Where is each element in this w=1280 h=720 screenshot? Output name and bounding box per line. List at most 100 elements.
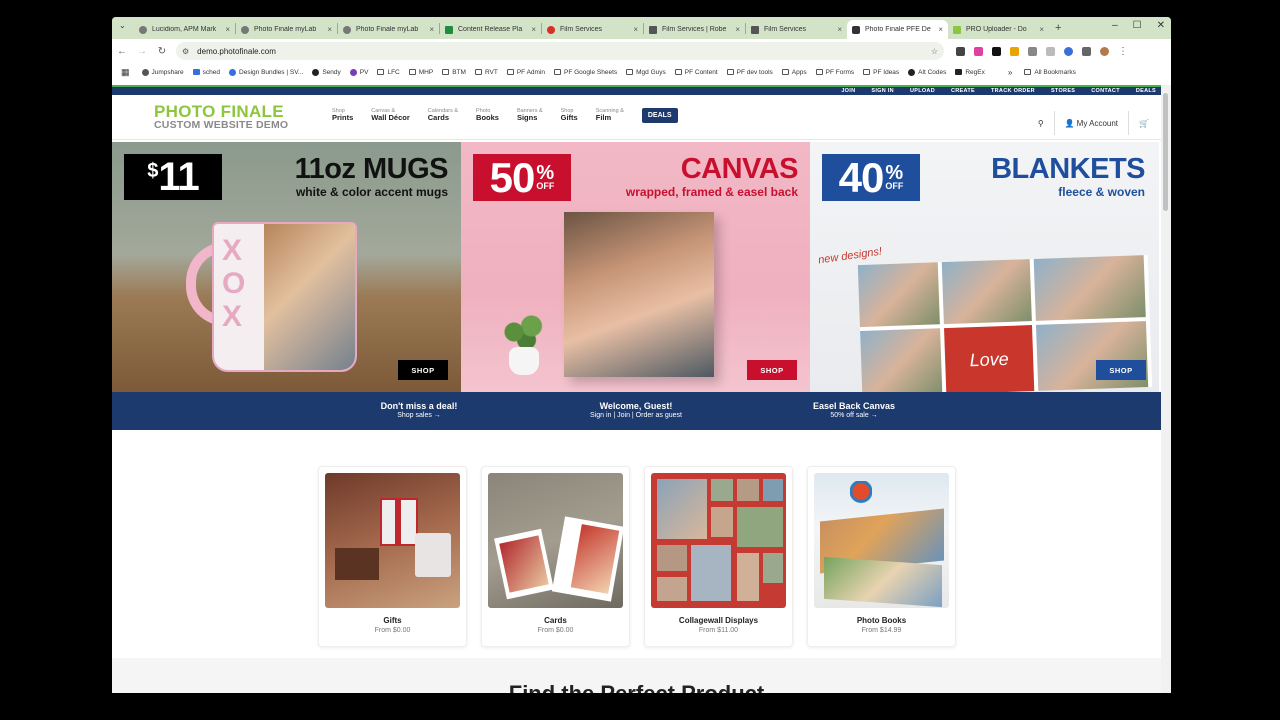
shop-button[interactable]: SHOP — [398, 360, 448, 380]
tab-title: Photo Finale myLab — [254, 26, 317, 33]
browser-tab[interactable]: Photo Finale myLab × — [338, 20, 439, 39]
bookmark-item[interactable]: RegEx — [955, 69, 985, 76]
close-tab-icon[interactable]: × — [225, 25, 230, 34]
product-card[interactable]: Gifts From $0.00 — [318, 466, 467, 647]
util-link-create[interactable]: CREATE — [951, 88, 975, 94]
nav-gifts[interactable]: Shop Gifts — [561, 108, 578, 123]
nav-signs[interactable]: Banners & Signs — [517, 108, 543, 123]
bookmark-item[interactable]: Sendy — [312, 68, 341, 76]
product-card[interactable]: Collagewall Displays From $11.00 — [644, 466, 793, 647]
maximize-icon[interactable]: ☐ — [1133, 20, 1142, 31]
util-link-contact[interactable]: CONTACT — [1091, 88, 1120, 94]
bookmark-item[interactable]: Alt Codes — [908, 68, 946, 76]
browser-tab[interactable]: Film Services | Robe × — [644, 20, 745, 39]
bookmark-item[interactable]: PV — [349, 68, 368, 76]
bookmark-folder[interactable]: PF Forms — [815, 69, 854, 76]
close-tab-icon[interactable]: × — [735, 25, 740, 34]
bookmark-item[interactable]: Jumpshare — [141, 68, 184, 76]
close-tab-icon[interactable]: × — [938, 25, 943, 34]
bookmark-folder[interactable]: RVT — [474, 69, 498, 76]
nav-books[interactable]: Photo Books — [476, 108, 499, 123]
bookmark-folder[interactable]: PF dev tools — [726, 69, 773, 76]
close-tab-icon[interactable]: × — [633, 25, 638, 34]
page-scrollbar[interactable] — [1161, 85, 1171, 693]
util-link-sign-in[interactable]: SIGN IN — [871, 88, 894, 94]
nav-prints[interactable]: Shop Prints — [332, 108, 353, 123]
extension-icon[interactable] — [1010, 46, 1019, 56]
close-tab-icon[interactable]: × — [837, 25, 842, 34]
extension-icon[interactable] — [992, 46, 1001, 56]
browser-tab[interactable]: Film Services × — [746, 20, 847, 39]
apps-grid-icon[interactable]: ▦ — [121, 67, 130, 78]
tab-title: Film Services | Robe — [662, 26, 727, 33]
bookmark-folder[interactable]: MHP — [408, 69, 433, 76]
bookmark-item[interactable]: Design Bundles | SV... — [229, 68, 303, 76]
util-link-track-order[interactable]: TRACK ORDER — [991, 88, 1035, 94]
minimize-icon[interactable]: – — [1112, 20, 1118, 31]
close-tab-icon[interactable]: × — [1039, 25, 1044, 34]
bookmark-folder[interactable]: LFC — [377, 69, 400, 76]
back-icon[interactable]: ← — [112, 46, 132, 57]
bookmark-item[interactable]: sched — [192, 69, 220, 76]
util-link-upload[interactable]: UPLOAD — [910, 88, 935, 94]
hero-blankets[interactable]: Love new designs! 40% OFF BLANKETS fleece… — [810, 142, 1159, 392]
close-tab-icon[interactable]: × — [327, 25, 332, 34]
extension-icon[interactable] — [1028, 46, 1037, 56]
promo-easel-canvas[interactable]: Easel Back Canvas 50% off sale → — [802, 401, 906, 421]
shop-button[interactable]: SHOP — [747, 360, 797, 380]
extension-icon[interactable] — [1064, 46, 1073, 56]
deals-button[interactable]: DEALS — [641, 108, 678, 123]
bookmark-folder[interactable]: Mgd Guys — [626, 69, 666, 76]
close-window-icon[interactable]: ✕ — [1157, 20, 1165, 31]
util-link-deals[interactable]: DEALS — [1136, 88, 1156, 94]
product-card[interactable]: Photo Books From $14.99 — [807, 466, 956, 647]
nav-film[interactable]: Scanning & Film — [596, 108, 624, 123]
bookmark-folder[interactable]: PF Content — [674, 69, 718, 76]
puzzle-icon[interactable] — [1082, 46, 1091, 56]
address-bar[interactable]: ⚙ demo.photofinale.com ☆ — [176, 42, 944, 60]
site-logo[interactable]: PHOTO FINALE CUSTOM WEBSITE DEMO — [112, 103, 322, 131]
close-tab-icon[interactable]: × — [429, 25, 434, 34]
all-bookmarks-folder[interactable]: All Bookmarks — [1024, 69, 1076, 76]
util-link-stores[interactable]: STORES — [1051, 88, 1075, 94]
shop-button[interactable]: SHOP — [1096, 360, 1146, 380]
eyedropper-icon[interactable] — [956, 46, 965, 56]
scrollbar-thumb[interactable] — [1163, 93, 1168, 211]
browser-tab[interactable]: Photo Finale myLab × — [236, 20, 337, 39]
bookmark-folder[interactable]: PF Google Sheets — [554, 69, 617, 76]
hero-canvas[interactable]: 50% OFF CANVAS wrapped, framed & easel ba… — [461, 142, 810, 392]
bookmark-folder[interactable]: BTM — [442, 69, 466, 76]
browser-tab-active[interactable]: Photo Finale PFE De × — [847, 20, 948, 39]
extension-icon[interactable] — [1046, 46, 1055, 56]
folder-icon — [815, 69, 823, 75]
tab-title: PRO Uploader - Do — [966, 26, 1027, 33]
menu-icon[interactable]: ⋮ — [1118, 46, 1128, 57]
reload-icon[interactable]: ↻ — [152, 46, 172, 57]
avatar[interactable] — [1100, 46, 1109, 56]
promo-deals[interactable]: Don't miss a deal! Shop sales → — [362, 401, 476, 421]
bookmark-folder[interactable]: PF Ideas — [863, 69, 899, 76]
more-bookmarks-icon[interactable]: » — [1008, 68, 1012, 77]
bookmark-star-icon[interactable]: ☆ — [931, 47, 938, 56]
tab-search-icon[interactable]: ⌄ — [119, 21, 126, 30]
nav-cards[interactable]: Calendars & Cards — [428, 108, 458, 123]
new-tab-button[interactable]: + — [1055, 22, 1061, 34]
browser-tab[interactable]: PRO Uploader - Do × — [948, 20, 1049, 39]
hero-mugs[interactable]: XOX $11 11oz MUGS white & color accent m… — [112, 142, 461, 392]
browser-tab[interactable]: Content Release Pla × — [440, 20, 541, 39]
site-info-icon[interactable]: ⚙ — [182, 47, 189, 56]
bookmark-folder[interactable]: Apps — [781, 69, 807, 76]
bookmark-folder[interactable]: PF Admin — [506, 69, 545, 76]
tab-title: Photo Finale PFE De — [865, 26, 931, 33]
util-link-join[interactable]: JOIN — [841, 88, 855, 94]
browser-tab[interactable]: Lucidiom, APM Mark × — [134, 20, 235, 39]
close-tab-icon[interactable]: × — [531, 25, 536, 34]
product-card[interactable]: Cards From $0.00 — [481, 466, 630, 647]
my-account-link[interactable]: My Account — [1077, 119, 1118, 128]
nav-wall-decor[interactable]: Canvas & Wall Décor — [371, 108, 409, 123]
browser-tab[interactable]: Film Services × — [542, 20, 643, 39]
extension-icon[interactable] — [974, 46, 983, 56]
cart-icon[interactable]: 🛒 — [1139, 119, 1149, 128]
search-icon[interactable]: ⚲ — [1038, 119, 1044, 128]
forward-icon[interactable]: → — [132, 46, 152, 57]
